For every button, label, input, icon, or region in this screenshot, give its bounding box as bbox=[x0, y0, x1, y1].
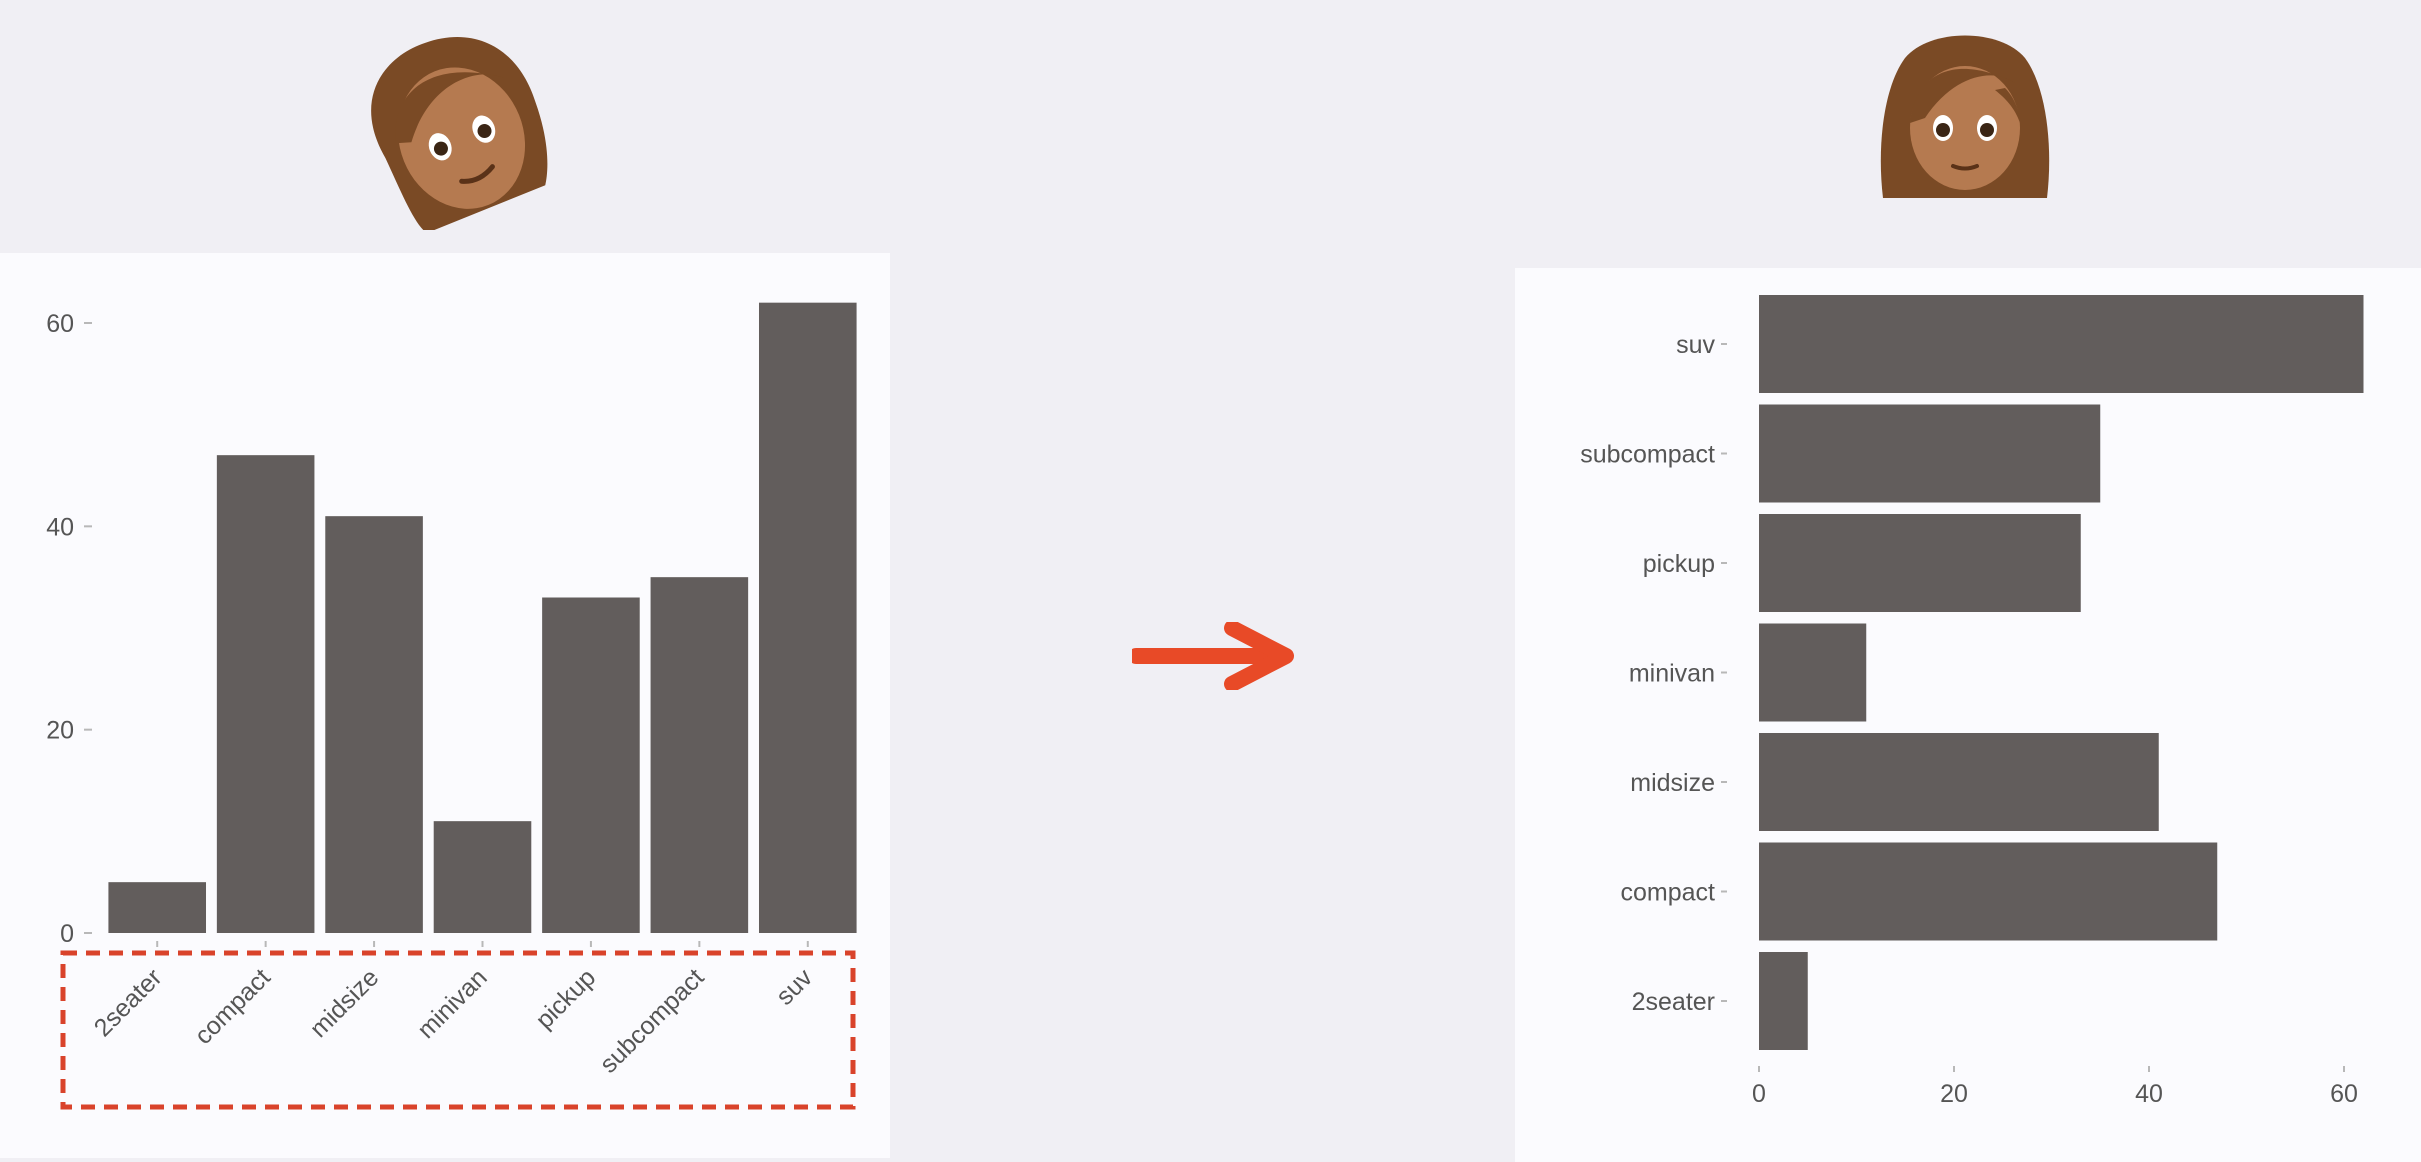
x-tick-label: 0 bbox=[1752, 1080, 1766, 1108]
y-tick-label: 60 bbox=[46, 310, 74, 338]
horizontal-bar-chart-panel: suv subcompact pickup minivan midsize compact… bbox=[1515, 268, 2421, 1162]
bar bbox=[1759, 514, 2081, 612]
bar bbox=[216, 455, 315, 933]
highlight-box bbox=[60, 950, 856, 1110]
y-tick-label: compact bbox=[1621, 879, 1716, 907]
x-tick-label: 2seater bbox=[89, 963, 168, 1042]
x-tick-label: suv bbox=[771, 963, 819, 1011]
y-tick-label: 20 bbox=[46, 717, 74, 745]
y-tick-label: 0 bbox=[60, 920, 74, 948]
x-tick-label: 20 bbox=[1940, 1080, 1968, 1108]
bar bbox=[108, 882, 207, 933]
y-tick-label: 2seater bbox=[1632, 988, 1715, 1016]
y-tick-label: 40 bbox=[46, 513, 74, 541]
horizontal-bar-chart: suv subcompact pickup minivan midsize compact… bbox=[1580, 295, 2364, 1108]
vertical-bar-chart: 0 20 40 60 2seater compact midsize minivan picku… bbox=[46, 302, 857, 1110]
y-tick-label: suv bbox=[1676, 331, 1715, 359]
x-tick-label: 60 bbox=[2330, 1080, 2358, 1108]
slide: 0 20 40 60 2seater compact midsize minivan picku… bbox=[0, 0, 2421, 1162]
y-tick-label: minivan bbox=[1629, 660, 1715, 688]
y-tick-label: pickup bbox=[1643, 550, 1715, 578]
bar bbox=[1759, 295, 2364, 393]
woman-tilted-head-icon bbox=[350, 30, 560, 230]
x-tick-label: subcompact bbox=[594, 963, 709, 1078]
x-tick-label: midsize bbox=[305, 963, 385, 1043]
bar bbox=[1759, 733, 2159, 831]
bar bbox=[1759, 952, 1808, 1050]
right-arrow-icon bbox=[1132, 622, 1298, 690]
bar bbox=[758, 302, 857, 934]
x-tick-label: pickup bbox=[530, 963, 601, 1034]
vertical-bar-chart-panel: 0 20 40 60 2seater compact midsize minivan picku… bbox=[0, 253, 890, 1158]
bar bbox=[433, 821, 532, 933]
bar bbox=[1759, 842, 2218, 941]
y-tick-label: midsize bbox=[1630, 769, 1715, 797]
x-tick-label: 40 bbox=[2135, 1080, 2163, 1108]
bar bbox=[1759, 623, 1867, 722]
bar bbox=[542, 597, 640, 933]
bar bbox=[325, 516, 423, 933]
y-tick-label: subcompact bbox=[1580, 441, 1715, 469]
x-tick-label: minivan bbox=[412, 963, 493, 1044]
bar bbox=[1759, 404, 2101, 503]
woman-upright-icon bbox=[1875, 28, 2055, 203]
x-tick-label: compact bbox=[189, 963, 276, 1050]
bar bbox=[650, 577, 749, 933]
